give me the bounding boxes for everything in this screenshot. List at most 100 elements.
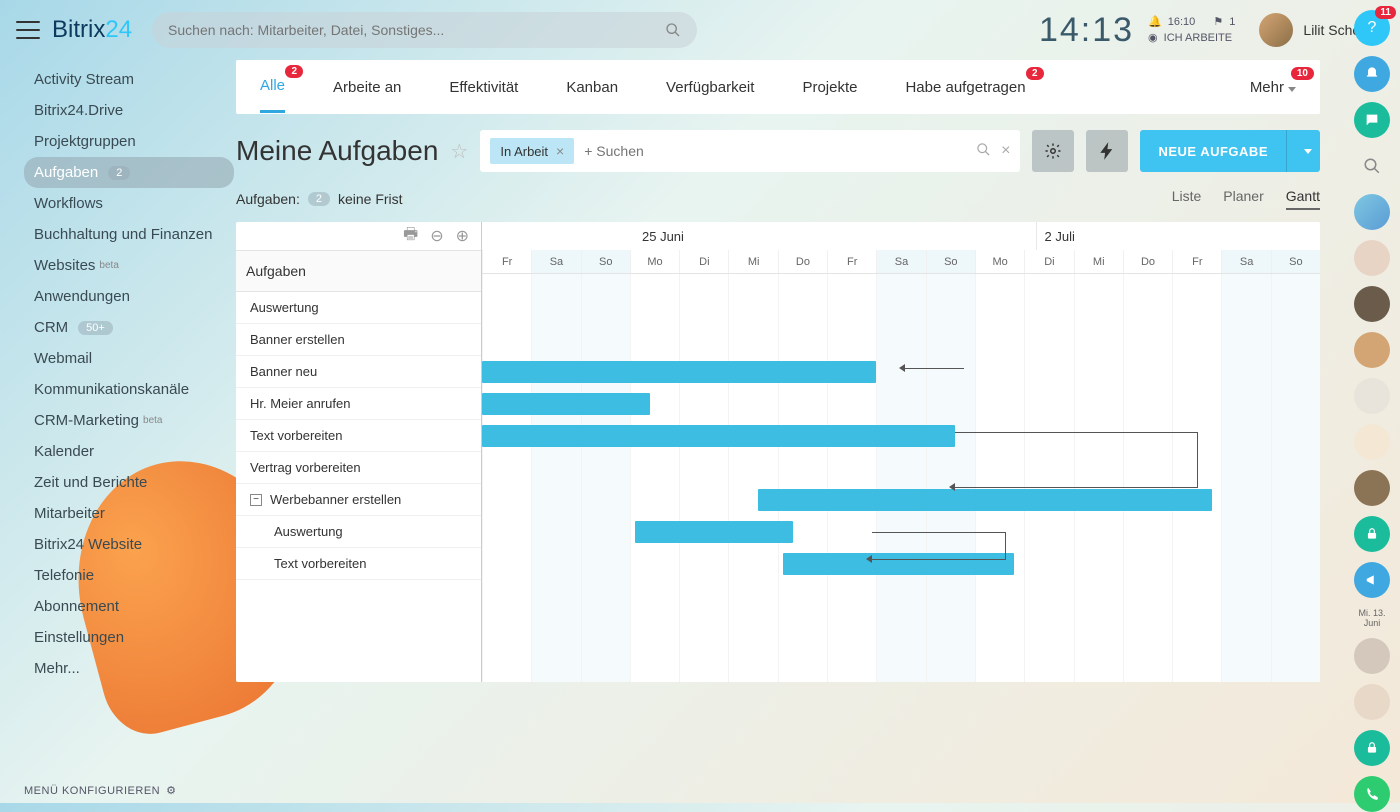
contact-avatar[interactable]	[1354, 332, 1390, 368]
zoom-out-icon[interactable]: ⊖	[430, 226, 443, 246]
gantt-chart: 🖶 ⊖ ⊕ Aufgaben AuswertungBanner erstelle…	[236, 222, 1320, 682]
sidebar-item[interactable]: Einstellungen	[24, 622, 234, 653]
sidebar-item[interactable]: Telefonie	[24, 560, 234, 591]
call-button[interactable]	[1354, 776, 1390, 812]
gantt-task-row[interactable]: Auswertung	[236, 292, 481, 324]
lock-button-2[interactable]	[1354, 730, 1390, 766]
filter-box[interactable]: In Arbeit × ×	[480, 130, 1020, 172]
sidebar-item-label: Zeit und Berichte	[34, 474, 147, 491]
sidebar-item-label: CRM-Marketing	[34, 412, 139, 429]
gantt-task-row[interactable]: Text vorbereiten	[236, 548, 481, 580]
sidebar-item[interactable]: Bitrix24 Website	[24, 529, 234, 560]
announce-button[interactable]	[1354, 562, 1390, 598]
tab[interactable]: Habe aufgetragen2	[905, 63, 1025, 112]
quick-action-button[interactable]	[1086, 130, 1128, 172]
sidebar-item-label: Websites	[34, 257, 95, 274]
gantt-bar[interactable]	[482, 393, 650, 415]
sidebar-item[interactable]: Aufgaben2	[24, 157, 234, 188]
print-icon[interactable]: 🖶	[403, 223, 418, 250]
sidebar-item[interactable]: Workflows	[24, 188, 234, 219]
sidebar-item[interactable]: Websitesbeta	[24, 250, 234, 281]
gantt-task-row[interactable]: Text vorbereiten	[236, 420, 481, 452]
notifications-button[interactable]	[1354, 56, 1390, 92]
sidebar: Activity Stream Bitrix24.DriveProjektgrup…	[24, 64, 234, 684]
logo[interactable]: Bitrix24	[52, 16, 132, 44]
sidebar-item[interactable]: Activity Stream	[24, 64, 234, 95]
gantt-task-row[interactable]: Vertrag vorbereiten	[236, 452, 481, 484]
gantt-bar[interactable]	[482, 361, 876, 383]
sidebar-item[interactable]: Projektgruppen	[24, 126, 234, 157]
contact-avatar[interactable]	[1354, 638, 1390, 674]
contact-avatar[interactable]	[1354, 194, 1390, 230]
filter-search-input[interactable]	[584, 143, 976, 159]
sidebar-item[interactable]: Kommunikationskanäle	[24, 374, 234, 405]
sidebar-item[interactable]: Mehr...	[24, 653, 234, 684]
gantt-month-label: 25 Juni	[482, 222, 1036, 250]
gantt-bar[interactable]	[758, 489, 1212, 511]
help-button[interactable]: ?11	[1354, 10, 1390, 46]
sidebar-item[interactable]: Bitrix24.Drive	[24, 95, 234, 126]
gantt-task-row[interactable]: −Werbebanner erstellen	[236, 484, 481, 516]
gantt-bar[interactable]	[635, 521, 793, 543]
gantt-task-row[interactable]: Auswertung	[236, 516, 481, 548]
lock-button[interactable]	[1354, 516, 1390, 552]
new-task-button[interactable]: NEUE AUFGABE	[1140, 130, 1320, 172]
sidebar-item[interactable]: Zeit und Berichte	[24, 467, 234, 498]
sidebar-item[interactable]: CRM50+	[24, 312, 234, 343]
collapse-icon[interactable]: −	[250, 494, 262, 506]
menu-toggle-icon[interactable]	[16, 21, 40, 39]
menu-configure[interactable]: MENÜ KONFIGURIEREN ⚙	[24, 784, 177, 797]
tab[interactable]: Effektivität	[449, 63, 518, 112]
gantt-dependency	[955, 432, 1198, 488]
contact-avatar[interactable]	[1354, 240, 1390, 276]
sidebar-item-label: Activity Stream	[34, 71, 134, 88]
filter-chip-remove-icon[interactable]: ×	[556, 143, 564, 159]
global-search[interactable]	[152, 12, 697, 48]
favorite-star-icon[interactable]: ☆	[450, 139, 468, 164]
view-list[interactable]: Liste	[1172, 188, 1202, 210]
sidebar-item[interactable]: Buchhaltung und Finanzen	[24, 219, 234, 250]
gantt-bar[interactable]	[482, 425, 955, 447]
contact-avatar[interactable]	[1354, 286, 1390, 322]
sidebar-item[interactable]: Mitarbeiter	[24, 498, 234, 529]
filter-clear-icon[interactable]: ×	[1001, 142, 1010, 160]
sidebar-item-label: Mitarbeiter	[34, 505, 105, 522]
tab-label: Mehr	[1250, 79, 1284, 96]
contact-avatar[interactable]	[1354, 470, 1390, 506]
sidebar-item[interactable]: Anwendungen	[24, 281, 234, 312]
subbar-prefix: Aufgaben:	[236, 191, 300, 207]
gantt-day-header: Mi	[728, 250, 777, 273]
sidebar-item[interactable]: Kalender	[24, 436, 234, 467]
tab[interactable]: Kanban	[566, 63, 618, 112]
sidebar-item[interactable]: Webmail	[24, 343, 234, 374]
gantt-task-label: Werbebanner erstellen	[270, 492, 401, 507]
global-search-input[interactable]	[168, 22, 665, 38]
user-avatar[interactable]	[1259, 13, 1293, 47]
contact-avatar[interactable]	[1354, 684, 1390, 720]
zoom-in-icon[interactable]: ⊕	[456, 226, 469, 246]
settings-button[interactable]	[1032, 130, 1074, 172]
filter-chip[interactable]: In Arbeit ×	[490, 138, 574, 164]
sidebar-item[interactable]: Abonnement	[24, 591, 234, 622]
view-gantt[interactable]: Gantt	[1286, 188, 1320, 210]
tab-more[interactable]: Mehr10	[1250, 63, 1296, 112]
sidebar-item-label: Aufgaben	[34, 164, 98, 181]
tab[interactable]: Verfügbarkeit	[666, 63, 754, 112]
gantt-task-row[interactable]: Banner erstellen	[236, 324, 481, 356]
gantt-tasks-header: Aufgaben	[236, 250, 481, 292]
search-rail-button[interactable]	[1354, 148, 1390, 184]
chat-button[interactable]	[1354, 102, 1390, 138]
gantt-task-row[interactable]: Hr. Meier anrufen	[236, 388, 481, 420]
tab[interactable]: Alle2	[260, 61, 285, 113]
gantt-task-row[interactable]: Banner neu	[236, 356, 481, 388]
view-planner[interactable]: Planer	[1223, 188, 1263, 210]
gantt-day-header: Mi	[1074, 250, 1123, 273]
gantt-day-header: Do	[778, 250, 827, 273]
tab[interactable]: Projekte	[802, 63, 857, 112]
sidebar-item[interactable]: CRM-Marketingbeta	[24, 405, 234, 436]
new-task-dropdown[interactable]	[1286, 130, 1320, 172]
tab[interactable]: Arbeite an	[333, 63, 401, 112]
contact-avatar[interactable]	[1354, 378, 1390, 414]
contact-avatar[interactable]	[1354, 424, 1390, 460]
search-icon[interactable]	[976, 142, 991, 157]
